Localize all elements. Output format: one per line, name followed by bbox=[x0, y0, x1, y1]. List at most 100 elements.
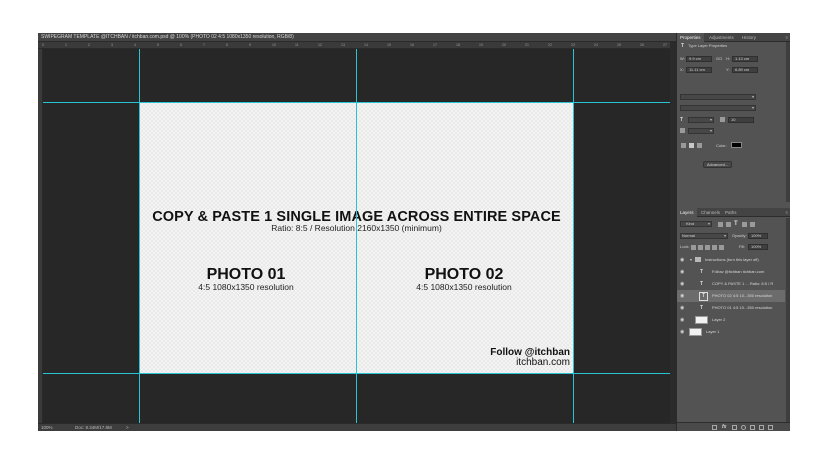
new-group-icon[interactable] bbox=[750, 425, 755, 430]
tracking-icon bbox=[680, 128, 685, 133]
lock-position-icon[interactable] bbox=[705, 245, 710, 250]
filter-shape-icon[interactable] bbox=[742, 222, 747, 227]
x-field[interactable]: 11.11 cm bbox=[686, 67, 712, 73]
layer-row[interactable]: ◉ Layer 1 bbox=[677, 326, 785, 338]
guide-vertical[interactable] bbox=[573, 49, 574, 423]
layer-filter-dropdown[interactable] bbox=[680, 221, 712, 227]
ruler-tick: 12 bbox=[318, 43, 322, 47]
guide-vertical[interactable] bbox=[139, 49, 140, 423]
lock-image-icon[interactable] bbox=[698, 245, 703, 250]
advanced-button[interactable]: Advanced... bbox=[703, 161, 733, 168]
tab-adjustments[interactable]: Adjustments bbox=[706, 33, 737, 42]
status-menu-arrow[interactable]: > bbox=[126, 424, 129, 431]
layer-name: PHOTO 01 4:5 10...350 resolution bbox=[712, 305, 773, 310]
layers-scrollbar[interactable] bbox=[786, 218, 790, 422]
status-bar: 100% Doc: 8.34M/17.8M > bbox=[38, 423, 676, 431]
visibility-eye-icon[interactable]: ◉ bbox=[680, 254, 684, 266]
guide-horizontal[interactable] bbox=[43, 102, 670, 103]
ruler-tick: 26 bbox=[640, 43, 644, 47]
layer-mask-icon[interactable] bbox=[732, 425, 737, 430]
visibility-eye-icon[interactable]: ◉ bbox=[680, 326, 684, 338]
opacity-field[interactable]: 100% bbox=[748, 233, 768, 239]
filter-pixel-icon[interactable] bbox=[718, 222, 723, 227]
fx-icon[interactable]: fx bbox=[722, 424, 726, 431]
right-panel: Properties Adjustments History ≡ T Type … bbox=[676, 33, 790, 431]
link-proportions-label[interactable]: GO bbox=[716, 56, 722, 62]
leading-icon bbox=[720, 117, 725, 122]
tab-history[interactable]: History bbox=[739, 33, 759, 42]
new-layer-icon[interactable] bbox=[759, 425, 764, 430]
fill-label: Fill: bbox=[739, 244, 746, 249]
lock-pixels-icon[interactable] bbox=[691, 245, 696, 250]
align-left-icon[interactable] bbox=[681, 143, 686, 148]
leading-field[interactable]: 10 bbox=[728, 117, 754, 123]
trash-icon[interactable] bbox=[768, 425, 773, 430]
layer-thumbnail bbox=[689, 328, 702, 336]
visibility-eye-icon[interactable]: ◉ bbox=[680, 278, 684, 290]
layer-filter-label: Kind bbox=[686, 221, 695, 226]
color-label: Color: bbox=[716, 143, 727, 148]
ruler-tick: 11 bbox=[295, 43, 299, 47]
font-size-dropdown[interactable] bbox=[688, 117, 714, 123]
zoom-level[interactable]: 100% bbox=[41, 424, 53, 431]
text-color-swatch[interactable] bbox=[731, 142, 742, 148]
link-layers-icon[interactable] bbox=[712, 425, 717, 430]
height-field[interactable]: 1.13 cm bbox=[732, 56, 758, 62]
blend-mode-label: Normal bbox=[682, 233, 695, 238]
type-layer-icon: T bbox=[681, 43, 685, 49]
photo2-subtitle: 4:5 1080x1350 resolution bbox=[416, 282, 512, 292]
font-family-dropdown[interactable] bbox=[680, 94, 756, 100]
layer-row-selected[interactable]: ◉ T PHOTO 02 4:5 10...350 resolution bbox=[677, 290, 785, 302]
tab-channels[interactable]: Channels bbox=[698, 208, 723, 217]
tab-layers[interactable]: Layers bbox=[677, 208, 697, 217]
tab-properties[interactable]: Properties bbox=[677, 33, 704, 42]
type-layer-icon: T bbox=[700, 269, 704, 275]
align-right-icon[interactable] bbox=[697, 143, 702, 148]
ruler-tick: 22 bbox=[548, 43, 552, 47]
visibility-eye-icon[interactable]: ◉ bbox=[680, 302, 684, 314]
ruler-tick: 14 bbox=[364, 43, 368, 47]
document-tab-title: SWIPEGRAM TEMPLATE @ITCHBAN / itchban.co… bbox=[41, 34, 294, 40]
layer-row[interactable]: ◉ ▾ Instructions (turn this layer off) bbox=[677, 254, 785, 266]
canvas-viewport[interactable]: COPY & PASTE 1 SINGLE IMAGE ACROSS ENTIR… bbox=[43, 49, 670, 423]
horizontal-ruler[interactable]: 0 1 2 3 4 5 6 7 8 9 10 11 12 13 14 15 16… bbox=[38, 42, 670, 49]
tab-paths[interactable]: Paths bbox=[722, 208, 740, 217]
height-label: H: bbox=[726, 56, 730, 61]
tracking-dropdown[interactable] bbox=[688, 128, 714, 134]
fill-field[interactable]: 100% bbox=[748, 244, 768, 250]
type-layer-icon: T bbox=[699, 292, 709, 301]
properties-tabbar: Properties Adjustments History ≡ bbox=[677, 33, 790, 42]
visibility-eye-icon[interactable]: ◉ bbox=[680, 314, 684, 326]
layer-row[interactable]: ◉ T COPY & PASTE 1 ... Ratio: 8:5 / R bbox=[677, 278, 785, 290]
guide-vertical[interactable] bbox=[356, 49, 357, 423]
ruler-tick: 6 bbox=[180, 43, 182, 47]
y-label: Y: bbox=[726, 67, 730, 72]
panel-menu-icon[interactable]: ≡ bbox=[786, 35, 788, 40]
layer-row[interactable]: ◉ Layer 2 bbox=[677, 314, 785, 326]
filter-adjustment-icon[interactable] bbox=[726, 222, 731, 227]
guide-horizontal[interactable] bbox=[43, 373, 670, 374]
visibility-eye-icon[interactable]: ◉ bbox=[680, 266, 684, 278]
properties-scrollbar[interactable] bbox=[786, 42, 790, 202]
adjustment-layer-icon[interactable] bbox=[741, 425, 746, 430]
properties-heading: Type Layer Properties bbox=[688, 43, 728, 48]
photo1-subtitle: 4:5 1080x1350 resolution bbox=[198, 282, 294, 292]
font-style-dropdown[interactable] bbox=[680, 105, 756, 111]
align-center-icon[interactable] bbox=[689, 143, 694, 148]
type-layer-icon: T bbox=[700, 305, 704, 311]
ruler-tick: 1 bbox=[65, 43, 67, 47]
visibility-eye-icon[interactable]: ◉ bbox=[680, 290, 684, 302]
layers-menu-icon[interactable]: ≡ bbox=[786, 210, 788, 215]
y-field[interactable]: 6.89 cm bbox=[732, 67, 758, 73]
document-tab[interactable]: SWIPEGRAM TEMPLATE @ITCHBAN / itchban.co… bbox=[38, 33, 676, 42]
filter-smart-object-icon[interactable] bbox=[750, 222, 755, 227]
filter-type-icon[interactable]: T bbox=[734, 220, 738, 228]
width-field[interactable]: 9.9 cm bbox=[686, 56, 712, 62]
layer-name: Layer 2 bbox=[712, 317, 726, 322]
lock-artboard-icon[interactable] bbox=[712, 245, 717, 250]
ruler-tick: 5 bbox=[157, 43, 159, 47]
layer-row[interactable]: ◉ T Follow @itchban itchban.com bbox=[677, 266, 785, 278]
lock-all-icon[interactable] bbox=[719, 245, 724, 250]
chevron-down-icon[interactable]: ▾ bbox=[690, 254, 692, 266]
layer-row[interactable]: ◉ T PHOTO 01 4:5 10...350 resolution bbox=[677, 302, 785, 314]
